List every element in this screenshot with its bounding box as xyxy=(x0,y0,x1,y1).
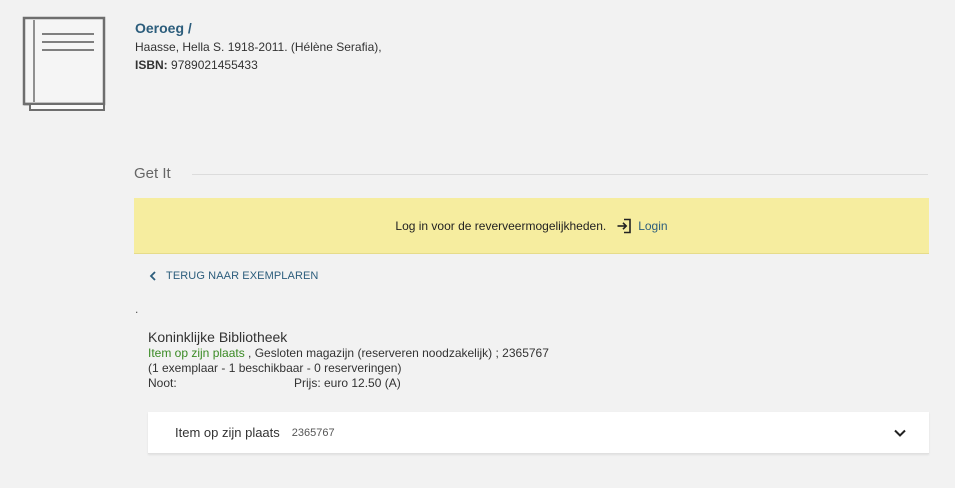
location-detail: , Gesloten magazijn (reserveren noodzake… xyxy=(244,346,549,360)
isbn-value: 9789021455433 xyxy=(171,58,258,72)
back-to-items-link[interactable]: TERUG NAAR EXEMPLAREN xyxy=(148,270,318,282)
getit-divider xyxy=(192,174,928,175)
login-banner: Log in voor de reverveermogelijkheden. L… xyxy=(134,198,929,254)
chevron-down-icon[interactable] xyxy=(893,426,907,440)
separator-dot: . xyxy=(135,302,139,316)
back-label: TERUG NAAR EXEMPLAREN xyxy=(166,270,319,282)
availability-status: Item op zijn plaats xyxy=(148,346,245,360)
note-label: Noot: xyxy=(148,376,177,390)
book-cover-icon xyxy=(22,16,106,112)
record-author: Haasse, Hella S. 1918-2011. (Hélène Sera… xyxy=(135,40,382,54)
item-counts: (1 exemplaar - 1 beschikbaar - 0 reserve… xyxy=(148,361,402,375)
login-message: Log in voor de reverveermogelijkheden. xyxy=(395,218,607,233)
item-row[interactable]: Item op zijn plaats 2365767 xyxy=(148,412,929,454)
login-button[interactable]: Login xyxy=(616,218,668,234)
library-name: Koninklijke Bibliotheek xyxy=(148,329,288,345)
getit-title: Get It xyxy=(134,165,171,182)
item-status: Item op zijn plaats xyxy=(175,425,280,440)
note-row: Noot: Prijs: euro 12.50 (A) xyxy=(148,376,549,391)
item-barcode: 2365767 xyxy=(291,426,335,439)
availability-line: Item op zijn plaats , Gesloten magazijn … xyxy=(148,346,549,361)
location-info: Koninklijke Bibliotheek Item op zijn pla… xyxy=(148,330,549,391)
sign-in-icon xyxy=(616,218,632,234)
chevron-left-icon xyxy=(148,271,158,281)
record-header: Oeroeg / Haasse, Hella S. 1918-2011. (Hé… xyxy=(135,20,382,72)
getit-section-header: Get It xyxy=(134,165,928,183)
note-value: Prijs: euro 12.50 (A) xyxy=(294,376,401,390)
isbn-label: ISBN: xyxy=(135,58,168,72)
record-isbn: ISBN: 9789021455433 xyxy=(135,58,382,72)
record-title-link[interactable]: Oeroeg / xyxy=(135,20,382,36)
login-label: Login xyxy=(638,218,668,233)
